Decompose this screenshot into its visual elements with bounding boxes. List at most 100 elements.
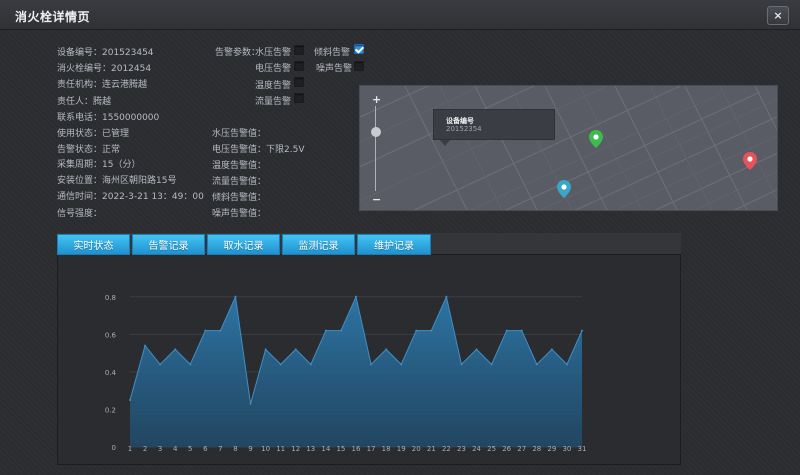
- data-point: [144, 344, 147, 347]
- data-point: [430, 329, 433, 332]
- x-tick-label: 3: [158, 445, 162, 453]
- alarm-label-tilt: 倾斜告警: [314, 48, 351, 58]
- map-pin-red-icon[interactable]: [743, 152, 757, 170]
- zoom-slider-handle[interactable]: [371, 127, 381, 137]
- x-tick-label: 13: [306, 445, 315, 453]
- x-tick-label: 31: [578, 445, 587, 453]
- title-bar: 消火栓详情页 ×: [0, 0, 800, 30]
- x-tick-label: 10: [261, 445, 270, 453]
- checkbox-voltage[interactable]: [294, 61, 304, 71]
- x-tick-label: 17: [367, 445, 376, 453]
- tab-maintenance-records[interactable]: 维护记录: [357, 234, 431, 255]
- y-tick-label: 0.4: [105, 369, 117, 377]
- checkbox-noise[interactable]: [354, 61, 364, 71]
- close-button[interactable]: ×: [767, 6, 789, 25]
- threshold-tilt: 倾斜告警值：: [212, 193, 267, 203]
- data-point: [324, 329, 327, 332]
- x-tick-label: 1: [128, 445, 132, 453]
- zoom-out-button[interactable]: −: [372, 193, 381, 206]
- x-tick-label: 29: [547, 445, 556, 453]
- x-tick-label: 7: [218, 445, 222, 453]
- tab-alarm-records[interactable]: 告警记录: [132, 234, 205, 255]
- alarm-label-noise: 噪声告警: [316, 64, 353, 74]
- data-point: [339, 329, 342, 332]
- y-tick-label: 0.8: [105, 294, 116, 302]
- x-tick-label: 9: [248, 445, 252, 453]
- x-tick-label: 21: [427, 445, 436, 453]
- y-tick-label: 0.6: [105, 331, 117, 339]
- data-point: [475, 348, 478, 351]
- data-point: [174, 348, 177, 351]
- x-tick-label: 4: [173, 445, 178, 453]
- map-pin-green-icon[interactable]: [589, 130, 603, 148]
- alarm-label-voltage: 电压告警: [255, 64, 292, 74]
- responsible-person: 责任人：腾越: [57, 97, 112, 107]
- data-point: [370, 363, 373, 366]
- window-title: 消火栓详情页: [15, 10, 91, 24]
- install-location: 安装位置：海州区朝阳路15号: [57, 176, 177, 186]
- x-tick-label: 8: [233, 445, 237, 453]
- comm-time: 通信时间：2022-3-21 13：49：00: [57, 192, 204, 202]
- tab-realtime-status[interactable]: 实时状态: [57, 234, 130, 255]
- checkbox-flow[interactable]: [294, 93, 304, 103]
- signal-strength: 信号强度：: [57, 209, 103, 219]
- zoom-in-button[interactable]: +: [372, 93, 381, 106]
- data-point: [581, 329, 583, 332]
- alarm-label-water-pressure: 水压告警: [255, 48, 292, 58]
- contact-phone: 联系电话：1550000000: [57, 113, 160, 123]
- tooltip-pointer: [440, 140, 450, 146]
- tab-monitor-records[interactable]: 监测记录: [282, 234, 355, 255]
- series-area: [130, 296, 582, 447]
- x-tick-label: 22: [442, 445, 451, 453]
- x-tick-label: 30: [562, 445, 571, 453]
- collect-period: 采集周期：15（分）: [57, 160, 141, 170]
- x-tick-label: 28: [532, 445, 541, 453]
- x-tick-label: 20: [412, 445, 421, 453]
- data-point: [505, 329, 508, 332]
- data-point: [219, 329, 222, 332]
- data-point: [189, 363, 192, 366]
- data-point: [565, 363, 568, 366]
- x-tick-label: 19: [397, 445, 406, 453]
- x-tick-label: 25: [487, 445, 496, 453]
- checkbox-temperature[interactable]: [294, 77, 304, 87]
- responsible-org: 责任机构：连云港腾越: [57, 80, 148, 90]
- x-tick-label: 2: [143, 445, 147, 453]
- data-point: [520, 329, 523, 332]
- threshold-temperature: 温度告警值：: [212, 161, 267, 171]
- threshold-noise: 噪声告警值：: [212, 209, 267, 219]
- checkbox-water-pressure[interactable]: [294, 45, 304, 55]
- data-point: [279, 363, 282, 366]
- x-tick-label: 14: [321, 445, 330, 453]
- data-point: [460, 363, 463, 366]
- usage-status: 使用状态：已管理: [57, 129, 130, 139]
- x-tick-label: 5: [188, 445, 192, 453]
- data-point: [490, 363, 493, 366]
- tab-water-records[interactable]: 取水记录: [207, 234, 280, 255]
- x-tick-label: 26: [502, 445, 511, 453]
- data-point: [204, 329, 207, 332]
- alarm-label-flow: 流量告警: [255, 97, 292, 107]
- hydrant-id: 消火栓编号：2012454: [57, 64, 152, 74]
- threshold-voltage: 电压告警值：下限2.5V: [212, 145, 305, 155]
- data-point: [159, 363, 162, 366]
- alarm-params-label: 告警参数：: [215, 48, 261, 58]
- data-point: [264, 348, 267, 351]
- data-point: [355, 295, 357, 298]
- x-tick-label: 15: [336, 445, 345, 453]
- x-tick-label: 12: [291, 445, 300, 453]
- zoom-slider-track[interactable]: [375, 106, 376, 191]
- y-tick-label: 0: [112, 444, 116, 452]
- realtime-chart: 0 0.2 0.4 0.6 0.8 1 2 3 4 5 6 7 8 9 10 11 12 13 14 15 16 17 18…: [100, 272, 600, 462]
- data-point: [445, 295, 448, 298]
- y-tick-label: 0.2: [105, 406, 116, 414]
- map-pin-teal-icon[interactable]: [557, 180, 571, 198]
- data-point: [400, 363, 403, 366]
- x-tick-label: 27: [517, 445, 526, 453]
- data-point: [309, 363, 312, 366]
- data-point: [249, 402, 252, 405]
- x-tick-label: 6: [203, 445, 208, 453]
- data-point: [294, 348, 297, 351]
- checkbox-tilt[interactable]: [354, 44, 364, 54]
- threshold-flow: 流量告警值：: [212, 177, 267, 187]
